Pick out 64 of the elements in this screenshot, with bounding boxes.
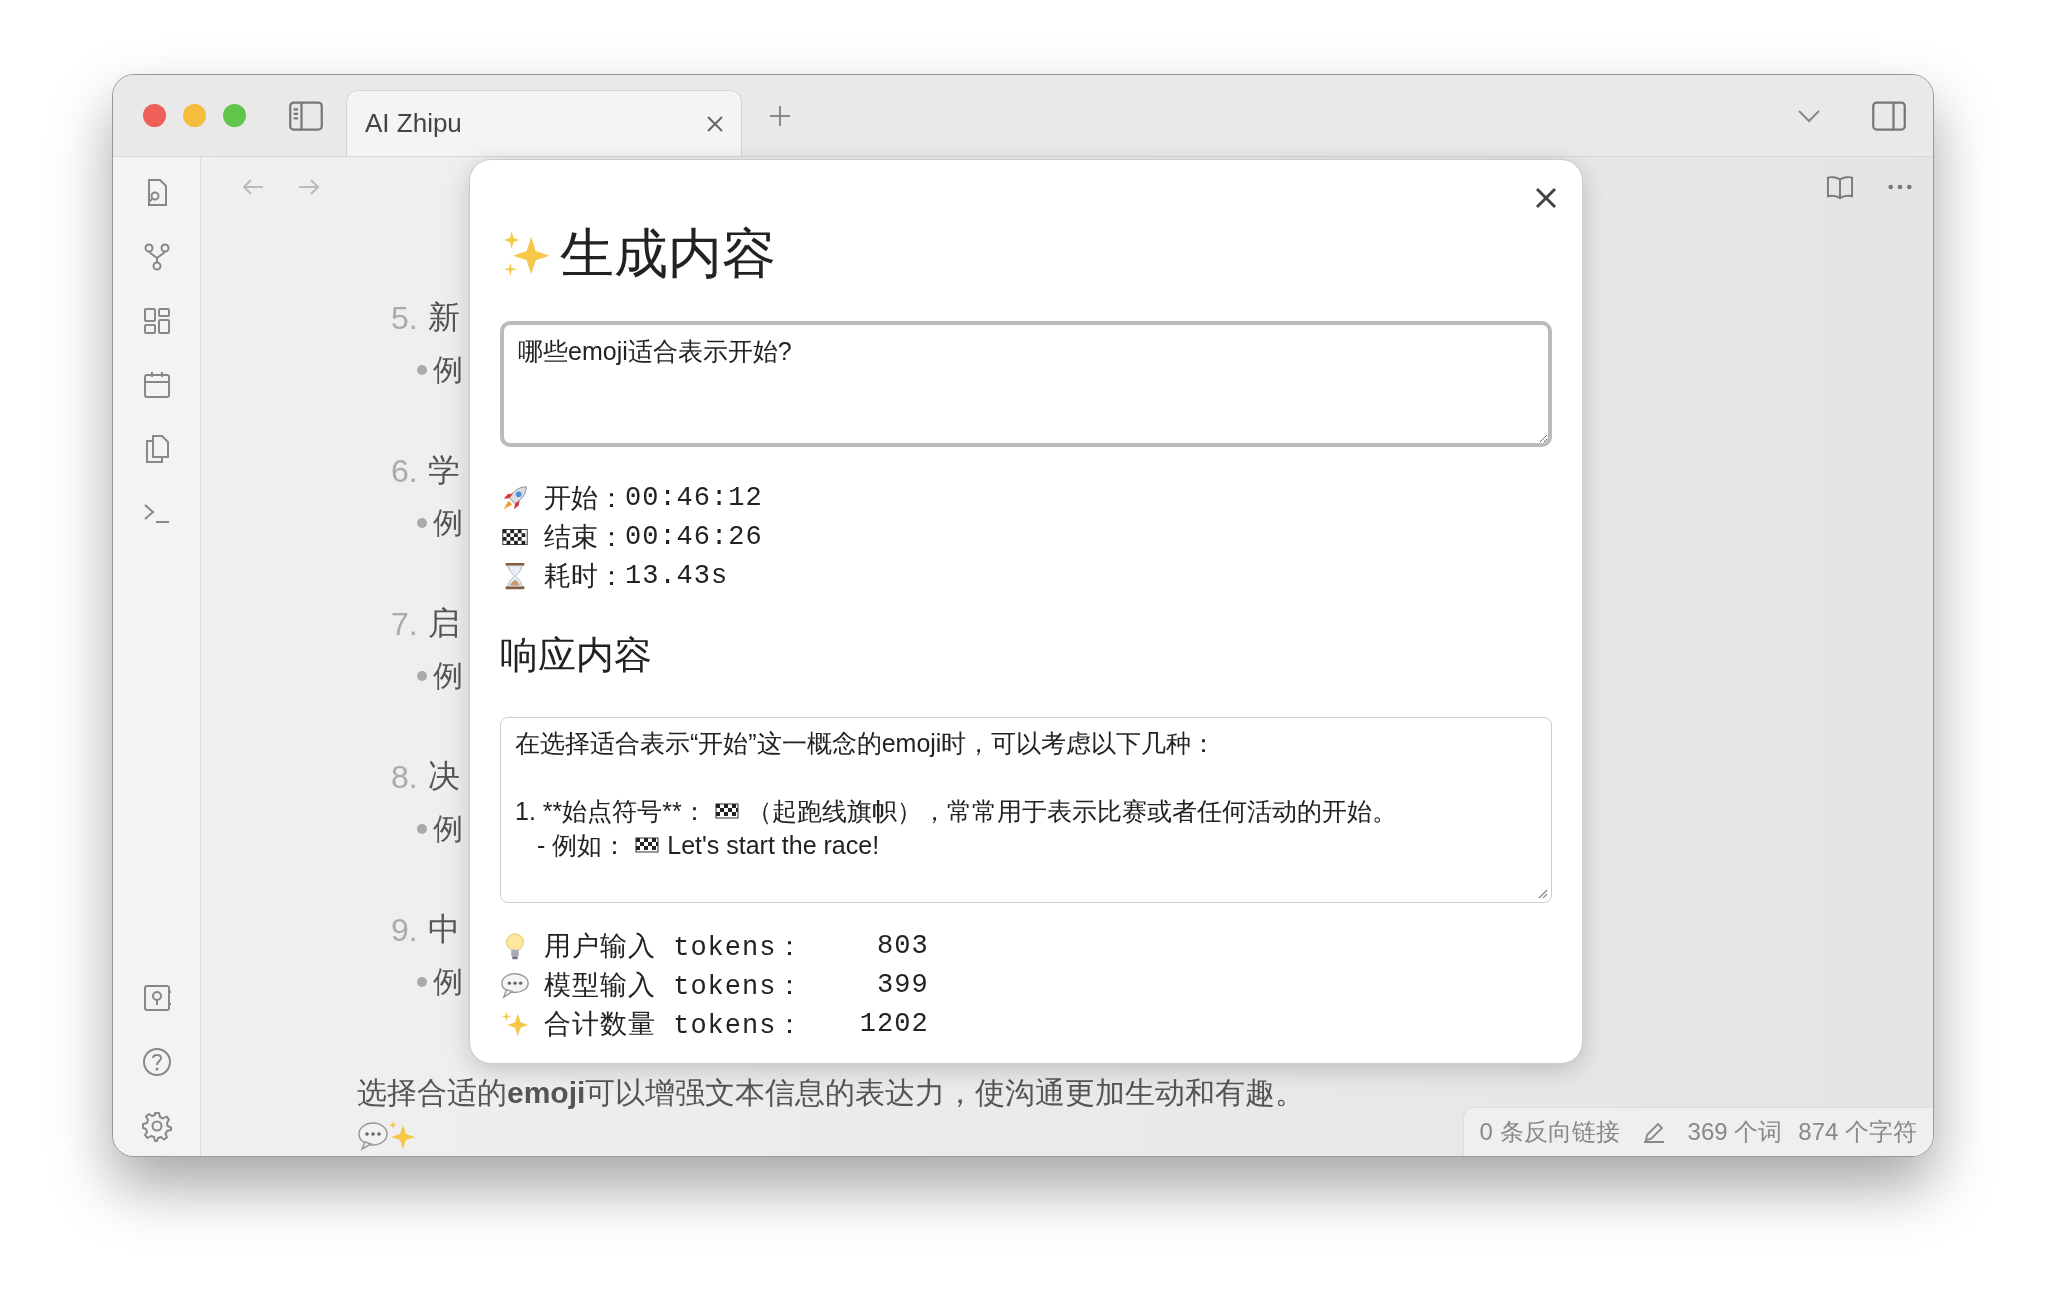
right-sidebar-icon[interactable] (1871, 99, 1907, 132)
token-label: 模型输入 tokens： (544, 970, 805, 1003)
paragraph: 选择合适的emoji可以增强文本信息的表达力，使沟通更加生动和有趣。 (357, 1076, 1307, 1109)
help-icon[interactable] (140, 1046, 173, 1078)
response-text: （起跑线旗帜），常常用于表示比赛或者任何活动的开始。 (746, 796, 1397, 827)
list-text: 例 (433, 504, 463, 541)
list-text: 例 (433, 657, 463, 694)
checkered-flag-icon (714, 802, 739, 820)
character-count: 874 个字符 (1798, 1117, 1917, 1147)
zoom-window-button[interactable] (223, 104, 246, 127)
more-options-icon[interactable] (1887, 183, 1913, 191)
list-number: 8. (391, 758, 418, 796)
document-tab[interactable]: AI Zhipu (346, 90, 742, 156)
close-icon[interactable] (705, 113, 725, 134)
sidebar-toggle-icon[interactable] (288, 99, 324, 132)
dialog-title: 生成内容 (560, 222, 776, 285)
response-field[interactable]: 在选择适合表示“开始”这一概念的emoji时，可以考虑以下几种： 1. **始点符号**： （起跑线旗帜），常常用于表示比赛或者任何活动的开始。 - 例如： Let's start the race! (500, 717, 1552, 903)
new-tab-icon[interactable] (768, 103, 792, 128)
list-number: 5. (391, 299, 418, 337)
list-number: 9. (391, 911, 418, 949)
list-heading: 新 (427, 298, 460, 337)
response-text: 1. **始点符号**： (515, 796, 707, 827)
response-text: Let's start the race! (667, 830, 880, 861)
forward-arrow-icon[interactable] (297, 177, 321, 197)
list-text: 例 (433, 963, 463, 1000)
checkered-flag-icon (635, 836, 660, 854)
stat-value: 00:46:12 (625, 482, 763, 513)
response-text: 在选择适合表示“开始”这一概念的emoji时，可以考虑以下几种： (515, 728, 1218, 759)
list-text: 例 (433, 810, 463, 847)
token-label: 用户输入 tokens： (544, 931, 805, 964)
list-number: 7. (391, 605, 418, 643)
token-label: 合计数量 tokens： (544, 1009, 805, 1042)
list-heading: 决 (427, 757, 460, 796)
bullet-icon (417, 518, 427, 528)
book-icon[interactable] (1825, 174, 1855, 200)
stat-label: 结束： (544, 520, 625, 554)
list-text: 例 (433, 351, 463, 388)
word-count: 369 个词 (1687, 1117, 1783, 1147)
list-number: 6. (391, 452, 418, 490)
back-arrow-icon[interactable] (241, 177, 265, 197)
list-heading: 启 (427, 604, 460, 643)
stat-value: 00:46:26 (625, 521, 763, 552)
stat-value: 13.43s (625, 560, 729, 591)
stat-label: 开始： (544, 481, 625, 515)
token-count: 803 (876, 930, 929, 961)
tab-title: AI Zhipu (365, 108, 462, 139)
chevron-down-icon[interactable] (1797, 108, 1821, 123)
prompt-field[interactable]: 哪些emoji适合表示开始? (500, 321, 1552, 447)
bullet-icon (417, 824, 427, 834)
token-count: 399 (876, 969, 929, 1000)
response-text: - 例如： (537, 830, 628, 861)
settings-icon[interactable] (140, 1110, 173, 1142)
bullet-icon (417, 365, 427, 375)
token-count: 1202 (858, 1008, 929, 1039)
resize-grip-icon[interactable] (1536, 887, 1548, 899)
bullet-icon (417, 977, 427, 987)
pencil-icon[interactable] (1641, 1120, 1666, 1144)
bullet-icon (417, 671, 427, 681)
close-window-button[interactable] (143, 104, 166, 127)
section-heading: 响应内容 (500, 633, 653, 678)
list-heading: 学 (427, 451, 460, 490)
close-icon[interactable] (1534, 186, 1558, 210)
list-heading: 中 (427, 910, 460, 949)
stat-label: 耗时： (544, 559, 625, 593)
